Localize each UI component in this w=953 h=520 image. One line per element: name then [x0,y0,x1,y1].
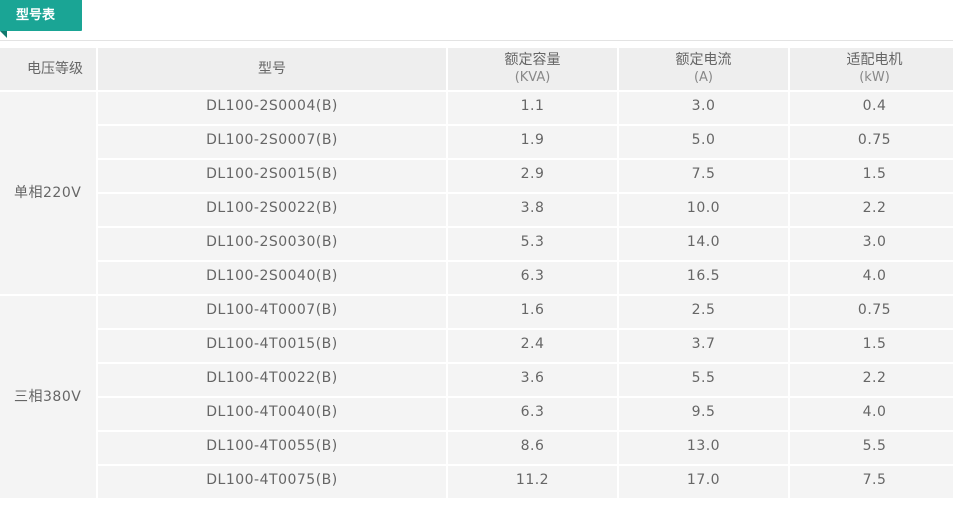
rated-capacity-cell: 2.9 [448,160,617,192]
table-row: DL100-2S0007(B) 1.9 5.0 0.75 [0,126,953,158]
rated-capacity-cell: 3.8 [448,194,617,226]
model-cell: DL100-4T0015(B) [98,330,446,362]
rated-current-cell: 3.7 [619,330,788,362]
rated-current-cell: 5.5 [619,364,788,396]
rated-current-cell: 9.5 [619,398,788,430]
table-row: 三相380V DL100-4T0007(B) 1.6 2.5 0.75 [0,296,953,498]
model-cell: DL100-2S0015(B) [98,160,446,192]
rated-current-cell: 3.0 [619,92,788,124]
rated-current-cell: 16.5 [619,262,788,294]
rated-capacity-cell: 1.1 [448,92,617,124]
adapted-motor-cell: 4.0 [790,262,953,294]
model-cell: DL100-2S0004(B) [98,92,446,124]
table-row: DL100-4T0022(B) 3.6 5.5 2.2 [0,364,953,396]
table-row: DL100-2S0040(B) 6.3 16.5 4.0 [0,262,953,294]
adapted-motor-cell: 5.5 [790,432,953,464]
section-tag-fold [0,31,7,38]
rated-capacity-cell: 8.6 [448,432,617,464]
model-cell: DL100-4T0040(B) [98,398,446,430]
header-adapted-motor-unit: (kW) [859,70,890,85]
header-rated-capacity-unit: (KVA) [514,70,551,85]
table-row: DL100-4T0075(B) 11.2 17.0 7.5 [0,466,953,498]
rated-current-cell: 17.0 [619,466,788,498]
adapted-motor-cell: 1.5 [790,160,953,192]
adapted-motor-cell: 4.0 [790,398,953,430]
rated-capacity-cell: 2.4 [448,330,617,362]
adapted-motor-cell: 2.2 [790,364,953,396]
rated-capacity-cell: 3.6 [448,364,617,396]
table-row: 单相220V DL100-2S0004(B) 1.1 3.0 0.4 [0,92,953,294]
model-cell: DL100-4T0007(B) [98,296,446,328]
rated-capacity-cell: 1.6 [448,296,617,328]
table-header-row: 电压等级 型号 额定容量 (KVA) 额定电流 (A) 适配电机 (kW) [0,48,953,90]
header-rated-current-unit: (A) [693,70,714,85]
model-cell: DL100-2S0007(B) [98,126,446,158]
table-row: DL100-4T0015(B) 2.4 3.7 1.5 [0,330,953,362]
adapted-motor-cell: 2.2 [790,194,953,226]
rated-current-cell: 14.0 [619,228,788,260]
model-table: 电压等级 型号 额定容量 (KVA) 额定电流 (A) 适配电机 (kW) 单相… [0,46,953,500]
table-row: DL100-4T0055(B) 8.6 13.0 5.5 [0,432,953,464]
model-cell: DL100-4T0055(B) [98,432,446,464]
model-cell: DL100-2S0030(B) [98,228,446,260]
adapted-motor-cell: 0.75 [790,126,953,158]
model-cell: DL100-2S0040(B) [98,262,446,294]
header-rated-capacity: 额定容量 (KVA) [448,48,617,90]
table-row: DL100-2S0022(B) 3.8 10.0 2.2 [0,194,953,226]
section-tag: 型号表 [0,0,82,31]
voltage-group-label: 单相220V [0,92,96,294]
rated-current-cell: 2.5 [619,296,788,328]
rated-capacity-cell: 6.3 [448,262,617,294]
rated-current-cell: 10.0 [619,194,788,226]
section-divider [0,40,953,41]
rated-current-cell: 5.0 [619,126,788,158]
adapted-motor-cell: 1.5 [790,330,953,362]
rated-capacity-cell: 5.3 [448,228,617,260]
model-cell: DL100-4T0075(B) [98,466,446,498]
header-voltage-level: 电压等级 [0,48,96,90]
header-rated-current: 额定电流 (A) [619,48,788,90]
adapted-motor-cell: 3.0 [790,228,953,260]
rated-capacity-cell: 6.3 [448,398,617,430]
rated-capacity-cell: 1.9 [448,126,617,158]
section-tag-label: 型号表 [16,8,56,23]
adapted-motor-cell: 0.75 [790,296,953,328]
adapted-motor-cell: 7.5 [790,466,953,498]
model-cell: DL100-4T0022(B) [98,364,446,396]
table-row: DL100-4T0040(B) 6.3 9.5 4.0 [0,398,953,430]
rated-capacity-cell: 11.2 [448,466,617,498]
table-row: DL100-2S0015(B) 2.9 7.5 1.5 [0,160,953,192]
header-model: 型号 [98,48,446,90]
table-row: DL100-2S0030(B) 5.3 14.0 3.0 [0,228,953,260]
model-cell: DL100-2S0022(B) [98,194,446,226]
adapted-motor-cell: 0.4 [790,92,953,124]
rated-current-cell: 13.0 [619,432,788,464]
header-adapted-motor: 适配电机 (kW) [790,48,953,90]
voltage-group-label: 三相380V [0,296,96,498]
rated-current-cell: 7.5 [619,160,788,192]
